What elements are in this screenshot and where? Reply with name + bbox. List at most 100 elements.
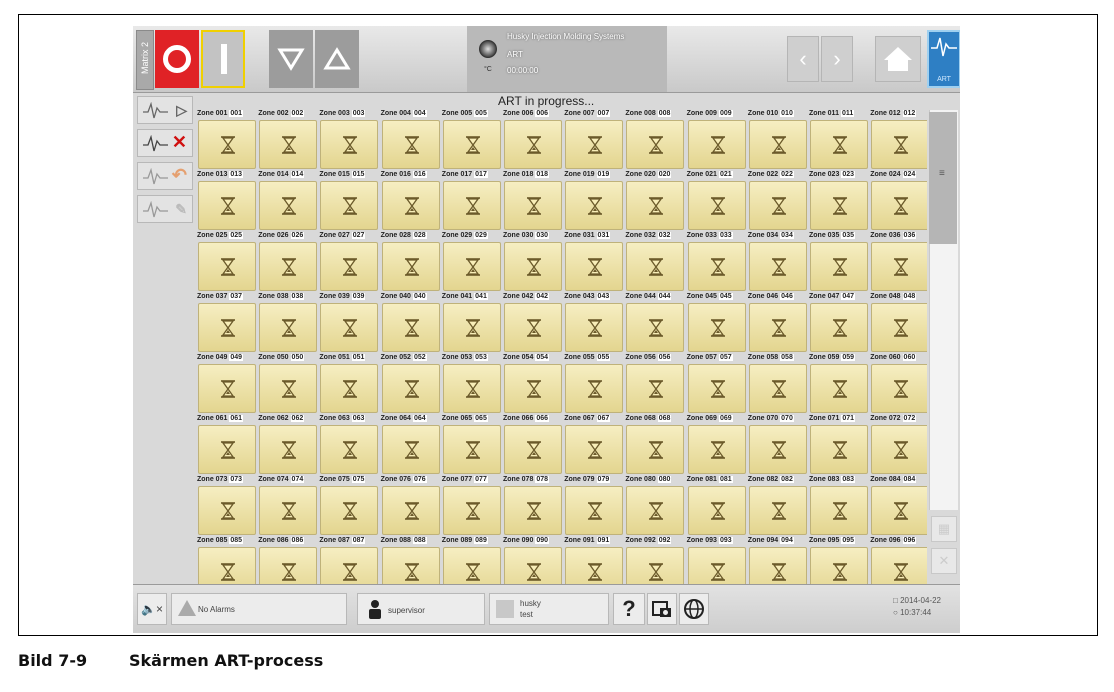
zone-status-tile[interactable] (626, 303, 685, 352)
zone-tile[interactable]: Zone 082 082 (748, 474, 808, 538)
matrix-tab[interactable]: Matrix 2 (136, 30, 154, 90)
zone-status-tile[interactable] (748, 303, 807, 352)
zone-tile[interactable]: Zone 078 078 (503, 474, 563, 538)
start-button[interactable] (201, 30, 245, 88)
zone-status-tile[interactable] (442, 181, 501, 230)
zone-status-tile[interactable] (381, 486, 440, 535)
zone-status-tile[interactable] (259, 547, 318, 584)
revert-art-button[interactable]: ↶ (137, 162, 193, 190)
zone-tile[interactable]: Zone 025 025 (197, 230, 257, 294)
forward-button[interactable]: › (821, 36, 853, 82)
zone-tile[interactable]: Zone 093 093 (687, 535, 747, 584)
zone-status-tile[interactable] (871, 242, 927, 291)
zone-tile[interactable]: Zone 005 005 (442, 108, 502, 172)
zone-status-tile[interactable] (259, 486, 318, 535)
zone-tile[interactable]: Zone 067 067 (564, 413, 624, 477)
zone-status-tile[interactable] (442, 425, 501, 474)
zone-status-tile[interactable] (565, 242, 624, 291)
zone-status-tile[interactable] (810, 303, 868, 352)
user-button[interactable]: supervisor (357, 593, 485, 625)
zone-status-tile[interactable] (320, 242, 379, 291)
zone-tile[interactable]: Zone 030 030 (503, 230, 563, 294)
zone-status-tile[interactable] (748, 547, 807, 584)
zone-status-tile[interactable] (626, 120, 685, 169)
zone-status-tile[interactable] (687, 486, 746, 535)
mold-button[interactable]: husky test (489, 593, 609, 625)
zone-status-tile[interactable] (259, 303, 318, 352)
zone-tile[interactable]: Zone 071 071 (809, 413, 869, 477)
zone-status-tile[interactable] (259, 364, 318, 413)
zone-tile[interactable]: Zone 014 014 (258, 169, 318, 233)
zone-status-tile[interactable] (810, 547, 868, 584)
zone-tile[interactable]: Zone 023 023 (809, 169, 869, 233)
zone-status-tile[interactable] (504, 303, 562, 352)
zone-tile[interactable]: Zone 072 072 (870, 413, 927, 477)
zone-tile[interactable]: Zone 075 075 (319, 474, 379, 538)
zone-tile[interactable]: Zone 035 035 (809, 230, 869, 294)
zone-tile[interactable]: Zone 021 021 (687, 169, 747, 233)
zone-status-tile[interactable] (320, 120, 379, 169)
zone-status-tile[interactable] (442, 242, 501, 291)
zone-status-tile[interactable] (687, 181, 746, 230)
zone-status-tile[interactable] (565, 181, 624, 230)
zone-tile[interactable]: Zone 058 058 (748, 352, 808, 416)
zone-tile[interactable]: Zone 024 024 (870, 169, 927, 233)
zone-status-tile[interactable] (810, 486, 868, 535)
zone-tile[interactable]: Zone 031 031 (564, 230, 624, 294)
zone-tile[interactable]: Zone 064 064 (381, 413, 441, 477)
zone-status-tile[interactable] (871, 364, 927, 413)
zone-status-tile[interactable] (259, 181, 318, 230)
zone-status-tile[interactable] (626, 181, 685, 230)
mute-button[interactable]: 🔈× (137, 593, 167, 625)
zone-tile[interactable]: Zone 007 007 (564, 108, 624, 172)
zone-tile[interactable]: Zone 063 063 (319, 413, 379, 477)
zone-status-tile[interactable] (320, 547, 379, 584)
zone-tile[interactable]: Zone 003 003 (319, 108, 379, 172)
zone-status-tile[interactable] (565, 303, 624, 352)
alarm-button[interactable]: No Alarms (171, 593, 347, 625)
zone-tile[interactable]: Zone 037 037 (197, 291, 257, 355)
zone-tile[interactable]: Zone 092 092 (625, 535, 685, 584)
zone-tile[interactable]: Zone 091 091 (564, 535, 624, 584)
zone-tile[interactable]: Zone 081 081 (687, 474, 747, 538)
zone-status-tile[interactable] (565, 547, 624, 584)
zone-tile[interactable]: Zone 051 051 (319, 352, 379, 416)
zone-tile[interactable]: Zone 042 042 (503, 291, 563, 355)
zone-status-tile[interactable] (504, 120, 562, 169)
zone-tile[interactable]: Zone 041 041 (442, 291, 502, 355)
zone-tile[interactable]: Zone 061 061 (197, 413, 257, 477)
zone-status-tile[interactable] (626, 242, 685, 291)
zone-tile[interactable]: Zone 039 039 (319, 291, 379, 355)
zone-tile[interactable]: Zone 074 074 (258, 474, 318, 538)
zone-tile[interactable]: Zone 090 090 (503, 535, 563, 584)
zone-tile[interactable]: Zone 004 004 (381, 108, 441, 172)
zone-status-tile[interactable] (381, 425, 440, 474)
zone-tile[interactable]: Zone 020 020 (625, 169, 685, 233)
zone-status-tile[interactable] (504, 364, 562, 413)
zone-tile[interactable]: Zone 049 049 (197, 352, 257, 416)
zone-tile[interactable]: Zone 044 044 (625, 291, 685, 355)
zone-tile[interactable]: Zone 070 070 (748, 413, 808, 477)
zone-status-tile[interactable] (871, 181, 927, 230)
zone-tile[interactable]: Zone 085 085 (197, 535, 257, 584)
abort-art-button[interactable]: ✕ (137, 129, 193, 157)
zone-tile[interactable]: Zone 076 076 (381, 474, 441, 538)
zone-status-tile[interactable] (198, 242, 256, 291)
zone-status-tile[interactable] (565, 364, 624, 413)
zone-status-tile[interactable] (748, 181, 807, 230)
scrollbar-thumb[interactable]: ≡ (929, 112, 957, 244)
zone-status-tile[interactable] (748, 120, 807, 169)
zone-tile[interactable]: Zone 084 084 (870, 474, 927, 538)
zone-status-tile[interactable] (687, 425, 746, 474)
zone-status-tile[interactable] (810, 364, 868, 413)
zone-tile[interactable]: Zone 008 008 (625, 108, 685, 172)
zone-status-tile[interactable] (320, 364, 379, 413)
zone-status-tile[interactable] (810, 242, 868, 291)
zone-tile[interactable]: Zone 086 086 (258, 535, 318, 584)
zone-status-tile[interactable] (687, 120, 746, 169)
zone-tile[interactable]: Zone 054 054 (503, 352, 563, 416)
zone-tile[interactable]: Zone 048 048 (870, 291, 927, 355)
zone-status-tile[interactable] (442, 364, 501, 413)
zone-status-tile[interactable] (198, 425, 256, 474)
zone-tile[interactable]: Zone 089 089 (442, 535, 502, 584)
